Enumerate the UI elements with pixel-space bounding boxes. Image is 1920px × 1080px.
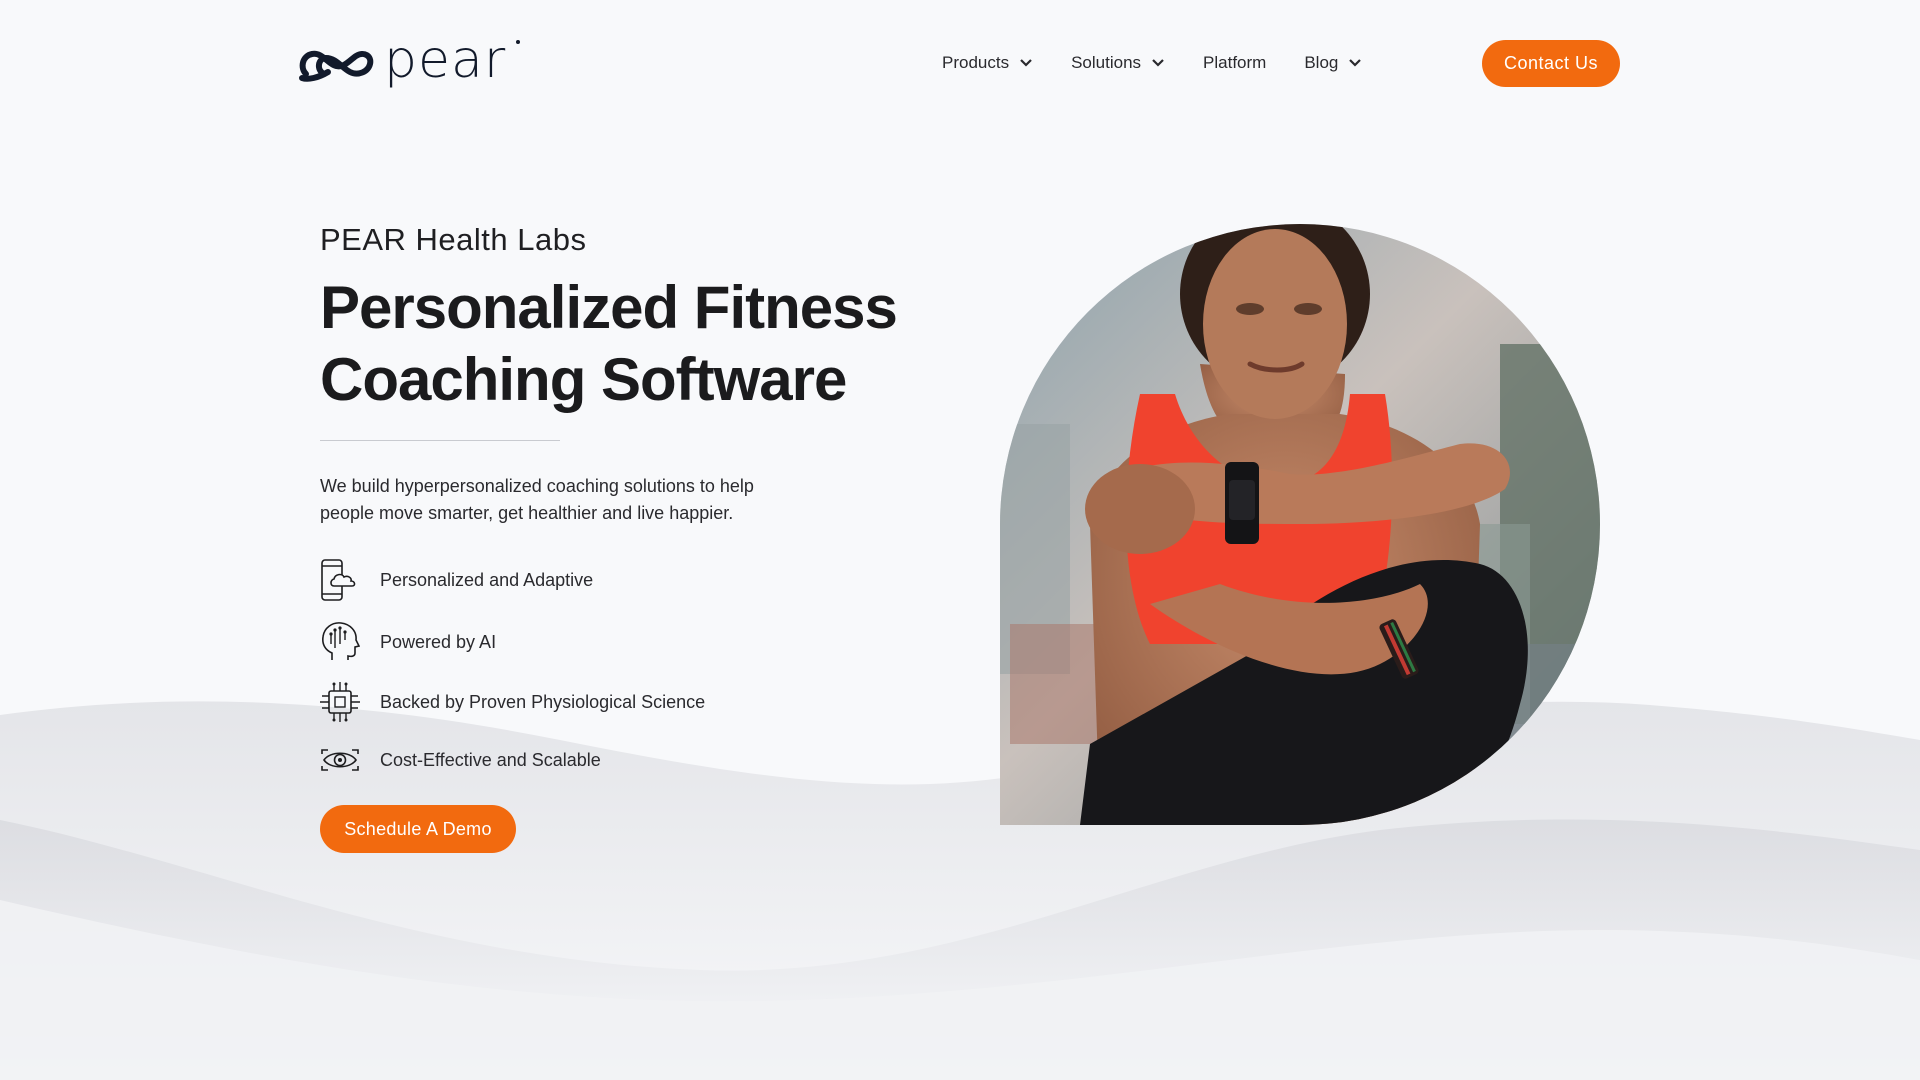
feature-label: Powered by AI bbox=[380, 631, 497, 652]
hero-content: PEAR Health Labs Personalized Fitness Co… bbox=[320, 222, 960, 853]
pear-logo-icon bbox=[299, 50, 374, 82]
feature-label: Cost-Effective and Scalable bbox=[380, 749, 601, 770]
chevron-down-icon bbox=[1020, 59, 1032, 67]
feature-label: Backed by Proven Physiological Science bbox=[380, 691, 706, 712]
chevron-down-icon bbox=[1152, 59, 1164, 67]
hero-divider bbox=[320, 440, 560, 441]
phone-cloud-icon bbox=[321, 559, 356, 601]
chevron-down-icon bbox=[1349, 59, 1362, 67]
site-header: pear Products Solutions Platform Blog Co… bbox=[0, 0, 1920, 130]
nav-item-label: Blog bbox=[1304, 53, 1339, 72]
chip-icon bbox=[320, 682, 360, 722]
hero-image bbox=[1000, 224, 1600, 825]
feature-label: Personalized and Adaptive bbox=[380, 569, 594, 590]
contact-us-button[interactable]: Contact Us bbox=[1482, 40, 1620, 87]
nav-item-label: Products bbox=[942, 53, 1010, 72]
background-waves bbox=[0, 701, 1920, 1080]
ai-head-icon bbox=[322, 622, 360, 660]
headline-line-2: Coaching Software bbox=[320, 346, 847, 413]
main-nav: Products Solutions Platform Blog bbox=[942, 50, 1362, 76]
feature-item: Backed by Proven Physiological Science bbox=[320, 679, 960, 725]
nav-item-blog[interactable]: Blog bbox=[1304, 53, 1362, 73]
nav-item-label: Platform bbox=[1203, 53, 1267, 72]
nav-item-platform[interactable]: Platform bbox=[1203, 53, 1266, 73]
pear-logo[interactable]: pear bbox=[298, 34, 506, 90]
feature-item: Cost-Effective and Scalable bbox=[320, 737, 960, 783]
feature-item: Personalized and Adaptive bbox=[320, 557, 960, 603]
nav-item-solutions[interactable]: Solutions bbox=[1071, 53, 1165, 73]
trademark-dot bbox=[516, 40, 520, 44]
hero-lead: We build hyperpersonalized coaching solu… bbox=[320, 476, 754, 523]
feature-list: Personalized and Adaptive Powered by AI bbox=[320, 557, 960, 783]
brand-name: pear bbox=[384, 30, 507, 90]
feature-item: Powered by AI bbox=[320, 619, 960, 665]
nav-item-label: Solutions bbox=[1071, 53, 1142, 72]
headline-line-1: Personalized Fitness bbox=[320, 274, 898, 341]
hero-eyebrow: PEAR Health Labs bbox=[320, 222, 587, 257]
hero-photo-illustration bbox=[1000, 224, 1600, 825]
page: pear Products Solutions Platform Blog Co… bbox=[0, 0, 1920, 1080]
hero-headline: Personalized Fitness Coaching Software bbox=[320, 272, 960, 416]
eye-scan-icon bbox=[321, 749, 359, 771]
schedule-demo-button[interactable]: Schedule A Demo bbox=[320, 805, 516, 853]
nav-item-products[interactable]: Products bbox=[942, 53, 1033, 73]
